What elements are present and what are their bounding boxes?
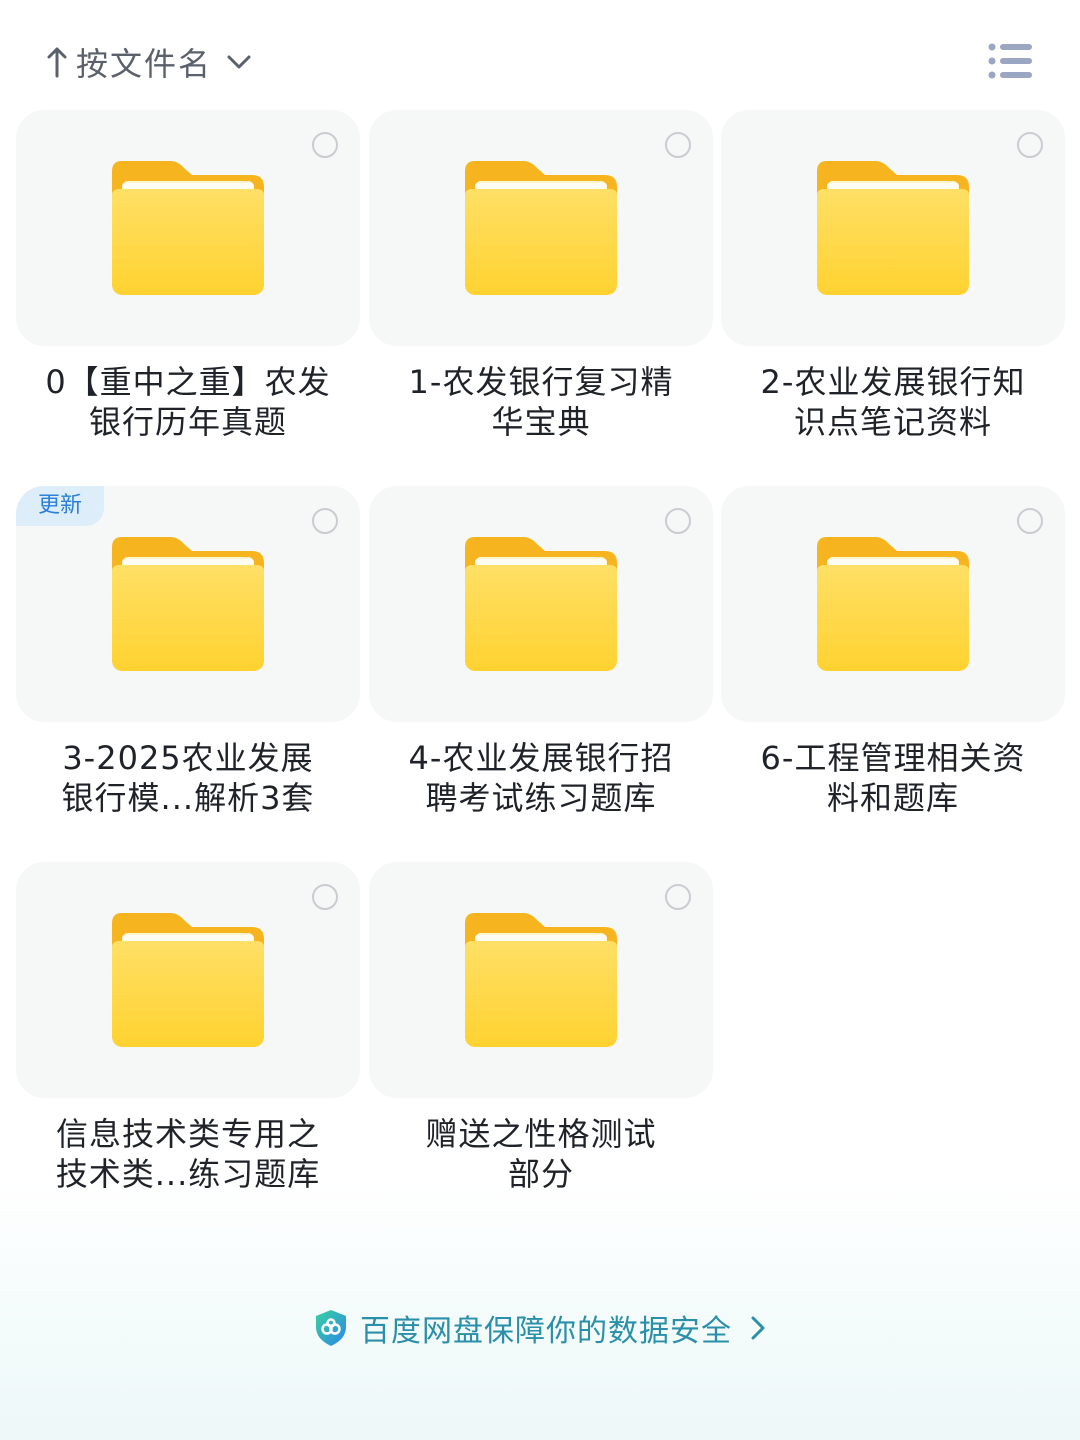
folder-icon xyxy=(817,161,969,295)
folder-grid: 0【重中之重】农发 银行历年真题 1-农发银行复习精 华宝典 2-农业发展银行知… xyxy=(0,0,1080,1240)
folder-name[interactable]: 6-工程管理相关资 料和题库 xyxy=(721,738,1065,818)
folder-name[interactable]: 0【重中之重】农发 银行历年真题 xyxy=(16,362,360,442)
select-checkbox[interactable] xyxy=(1017,508,1043,534)
select-checkbox[interactable] xyxy=(665,508,691,534)
folder-tile[interactable] xyxy=(721,110,1065,346)
folder-tile[interactable] xyxy=(721,486,1065,722)
select-checkbox[interactable] xyxy=(312,884,338,910)
folder-icon xyxy=(465,913,617,1047)
update-badge: 更新 xyxy=(16,486,104,526)
folder-name[interactable]: 3-2025农业发展 银行模...解析3套 xyxy=(16,738,360,818)
select-checkbox[interactable] xyxy=(665,884,691,910)
folder-tile[interactable] xyxy=(369,486,713,722)
folder-name[interactable]: 4-农业发展银行招 聘考试练习题库 xyxy=(369,738,713,818)
folder-icon xyxy=(817,537,969,671)
folder-icon xyxy=(465,537,617,671)
folder-tile[interactable] xyxy=(16,110,360,346)
folder-tile[interactable] xyxy=(369,862,713,1098)
select-checkbox[interactable] xyxy=(665,132,691,158)
folder-icon xyxy=(112,161,264,295)
folder-tile[interactable] xyxy=(369,110,713,346)
folder-name[interactable]: 1-农发银行复习精 华宝典 xyxy=(369,362,713,442)
folder-icon xyxy=(465,161,617,295)
folder-tile[interactable]: 更新 xyxy=(16,486,360,722)
folder-name[interactable]: 信息技术类专用之 技术类...练习题库 xyxy=(16,1114,360,1194)
select-checkbox[interactable] xyxy=(312,508,338,534)
select-checkbox[interactable] xyxy=(312,132,338,158)
shield-icon xyxy=(316,1310,346,1346)
security-text: 百度网盘保障你的数据安全 xyxy=(360,1314,732,1349)
folder-name[interactable]: 赠送之性格测试 部分 xyxy=(369,1114,713,1194)
folder-icon xyxy=(112,913,264,1047)
select-checkbox[interactable] xyxy=(1017,132,1043,158)
folder-tile[interactable] xyxy=(16,862,360,1098)
data-security-link[interactable]: 百度网盘保障你的数据安全 xyxy=(0,1300,1080,1356)
folder-name[interactable]: 2-农业发展银行知 识点笔记资料 xyxy=(721,362,1065,442)
folder-icon xyxy=(112,537,264,671)
chevron-right-icon xyxy=(751,1316,765,1340)
